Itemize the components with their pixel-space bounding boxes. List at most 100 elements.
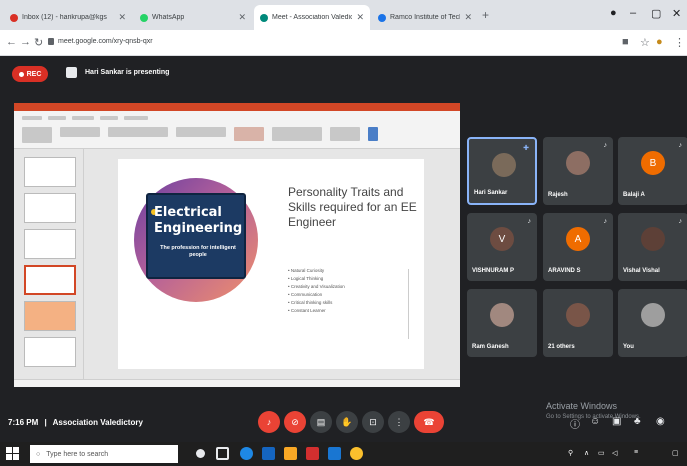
participant-name: 21 others: [548, 344, 575, 350]
restore-button[interactable]: ▢: [651, 7, 661, 20]
participant-tile[interactable]: ♪ B Balaji A: [618, 137, 687, 205]
search-placeholder: Type here to search: [46, 450, 109, 458]
camera-toggle-button[interactable]: ⊘: [284, 411, 306, 433]
tab-label: Ramco Institute of Technology: [390, 14, 460, 21]
forward-icon[interactable]: →: [20, 36, 31, 48]
url-field[interactable]: meet.google.com/xry-qnsb-qxr: [58, 38, 153, 45]
mic-off-icon: ♪: [678, 142, 683, 149]
slide-thumbnail[interactable]: [24, 301, 76, 331]
recording-label: REC: [26, 70, 42, 78]
browser-tab-meet[interactable]: Meet - Association Valedict ✕: [254, 5, 370, 30]
back-icon[interactable]: ←: [6, 36, 17, 48]
address-bar-row: ← → ↻ meet.google.com/xry-qnsb-qxr ■ ☆ ●…: [0, 30, 687, 56]
slide-divider: [408, 269, 409, 339]
hand-icon: ✋: [341, 416, 353, 427]
store-icon[interactable]: [262, 447, 275, 460]
file-explorer-icon[interactable]: [284, 447, 297, 460]
logo-line-2: Engineering: [154, 221, 243, 236]
participant-name: You: [623, 344, 634, 350]
browser-tab-gmail[interactable]: Inbox (12) - harikrupa@kgs ✕: [4, 5, 132, 30]
profile-avatar-icon[interactable]: ●: [656, 36, 663, 48]
participant-name: VISHNURAM P: [472, 268, 515, 274]
hang-up-icon: ☎: [423, 416, 435, 427]
participant-tile[interactable]: Ram Ganesh: [467, 289, 537, 357]
reload-icon[interactable]: ↻: [34, 36, 43, 49]
close-window-button[interactable]: ✕: [672, 7, 681, 20]
record-dot-icon: [18, 71, 24, 77]
edge-browser-icon[interactable]: [240, 447, 253, 460]
bullet-list: • Natural Curiosity • Logical Thinking •…: [288, 267, 408, 315]
participant-tile-others[interactable]: 21 others: [543, 289, 613, 357]
logo-subtitle: The profession for intelligent people: [160, 245, 236, 258]
profile-indicator-icon[interactable]: ●: [610, 7, 617, 19]
task-view-icon[interactable]: [216, 447, 229, 460]
avatar: [492, 153, 516, 177]
tab-label: Meet - Association Valedict: [272, 14, 353, 21]
bookmark-star-icon[interactable]: ☆: [640, 36, 650, 49]
search-icon: ○: [36, 450, 41, 458]
participant-name: Hari Sankar: [474, 190, 508, 196]
people-icon[interactable]: ☺: [590, 416, 600, 427]
participant-tile[interactable]: ♪ A ARAVIND S: [543, 213, 613, 281]
close-tab-icon[interactable]: ✕: [356, 12, 364, 23]
mail-icon[interactable]: [306, 447, 319, 460]
shared-screen: Electrical Engineering The profession fo…: [14, 103, 460, 387]
browser-tab-whatsapp[interactable]: WhatsApp ✕: [134, 5, 252, 30]
present-icon: ⊡: [369, 416, 377, 427]
mic-toggle-button[interactable]: ♪: [258, 411, 280, 433]
show-hidden-icons[interactable]: ∧: [584, 449, 589, 457]
new-tab-button[interactable]: +: [482, 8, 489, 22]
host-controls-icon[interactable]: ◉: [656, 416, 665, 427]
site-icon: [378, 13, 386, 22]
gmail-icon: [10, 13, 18, 22]
windows-taskbar: ○ Type here to search ⚲ ∧ ▭ ◁ ≡ ▢: [0, 442, 687, 466]
camera-icon[interactable]: ■: [622, 36, 629, 48]
slide-thumbnail-selected[interactable]: [24, 265, 76, 295]
powerpoint-title-bar: [14, 103, 460, 111]
participant-tile[interactable]: ♪ Vishal Vishal: [618, 213, 687, 281]
close-tab-icon[interactable]: ✕: [464, 12, 472, 23]
presenting-banner: Hari Sankar is presenting: [66, 67, 169, 78]
mic-off-icon: ♪: [266, 417, 272, 427]
slide-thumbnail[interactable]: [24, 229, 76, 259]
volume-icon[interactable]: ◁: [612, 449, 617, 457]
chat-icon[interactable]: ▣: [612, 416, 621, 427]
windows-start-icon[interactable]: [6, 447, 19, 460]
chrome-icon[interactable]: [350, 447, 363, 460]
participant-tile-self[interactable]: You: [618, 289, 687, 357]
close-tab-icon[interactable]: ✕: [238, 12, 246, 23]
minimize-button[interactable]: –: [630, 7, 636, 19]
leave-call-button[interactable]: ☎: [414, 411, 444, 433]
captions-icon: ▤: [316, 416, 326, 427]
info-icon[interactable]: ⓘ: [570, 416, 580, 431]
participant-tile[interactable]: ♪ V VISHNURAM P: [467, 213, 537, 281]
slide-thumbnail[interactable]: [24, 337, 76, 367]
participant-name: Balaji A: [623, 192, 645, 198]
language-indicator-icon[interactable]: ≡: [634, 449, 638, 456]
participant-name: Vishal Vishal: [623, 268, 660, 274]
microphone-icon[interactable]: [196, 449, 205, 458]
more-options-button[interactable]: ⋮: [388, 411, 410, 433]
notifications-icon[interactable]: ▢: [672, 449, 679, 457]
meet-icon: [260, 13, 268, 22]
captions-button[interactable]: ▤: [310, 411, 332, 433]
taskbar-search-box[interactable]: ○ Type here to search: [30, 445, 178, 463]
raise-hand-button[interactable]: ✋: [336, 411, 358, 433]
people-tray-icon[interactable]: ⚲: [568, 449, 573, 457]
browser-tab-bar: Inbox (12) - harikrupa@kgs ✕ WhatsApp ✕ …: [0, 0, 687, 30]
close-tab-icon[interactable]: ✕: [118, 12, 126, 23]
slide-thumbnail[interactable]: [24, 157, 76, 187]
recording-badge: REC: [12, 66, 48, 82]
word-icon[interactable]: [328, 447, 341, 460]
avatar: [641, 303, 665, 327]
present-button[interactable]: ⊡: [362, 411, 384, 433]
slide-thumbnail[interactable]: [24, 193, 76, 223]
electrical-engineering-logo: Electrical Engineering The profession fo…: [146, 193, 246, 279]
clock-time: 7:16 PM: [8, 418, 39, 427]
browser-tab-ramco[interactable]: Ramco Institute of Technology ✕: [372, 5, 478, 30]
participant-tile[interactable]: ✚ Hari Sankar: [467, 137, 537, 205]
participant-tile[interactable]: ♪ Rajesh: [543, 137, 613, 205]
browser-menu-icon[interactable]: ⋮: [674, 36, 685, 49]
activities-icon[interactable]: ♣: [634, 416, 641, 427]
network-icon[interactable]: ▭: [598, 449, 605, 457]
